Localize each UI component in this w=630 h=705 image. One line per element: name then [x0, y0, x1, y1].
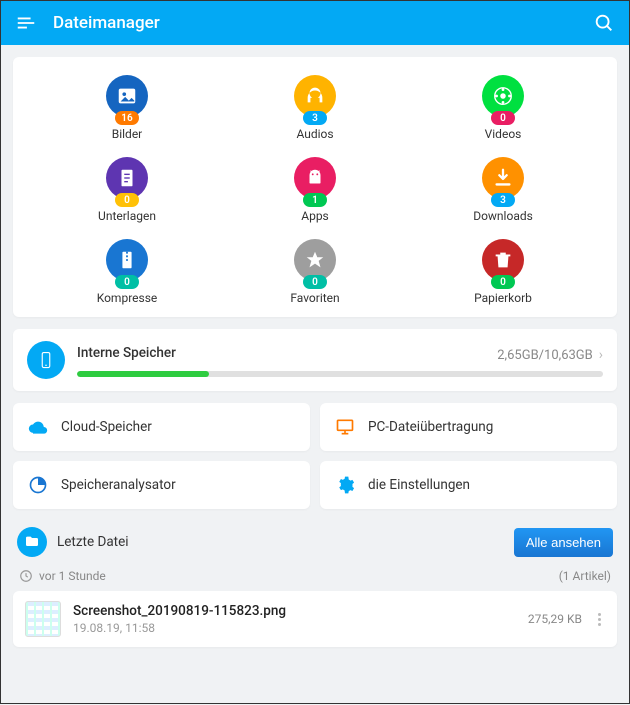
menu-icon[interactable]: [15, 12, 37, 34]
category-grid: 16 Bilder 3 Audios 0 Videos 0 Unterlagen…: [13, 57, 617, 317]
storage-bar: [77, 371, 603, 377]
app-topbar: Dateimanager: [1, 1, 629, 45]
folder-recent-icon: [17, 527, 47, 557]
app-title: Dateimanager: [53, 13, 160, 33]
category-badge: 1: [303, 193, 327, 207]
category-badge: 0: [303, 275, 327, 289]
category-label: Bilder: [112, 127, 143, 141]
clock-icon: [19, 569, 33, 583]
category-video[interactable]: 0 Videos: [409, 75, 597, 141]
view-all-button[interactable]: Alle ansehen: [514, 528, 613, 557]
category-badge: 0: [115, 193, 139, 207]
category-badge: 3: [303, 111, 327, 125]
category-headphones[interactable]: 3 Audios: [221, 75, 409, 141]
recent-count: (1 Artikel): [559, 569, 611, 583]
file-item[interactable]: Screenshot_20190819-115823.png 19.08.19,…: [13, 591, 617, 647]
category-label: Favoriten: [290, 291, 339, 305]
pc-transfer-button[interactable]: PC-Dateiübertragung: [320, 403, 617, 451]
monitor-icon: [334, 416, 356, 438]
category-badge: 0: [491, 275, 515, 289]
search-icon[interactable]: [593, 12, 615, 34]
category-badge: 3: [491, 193, 515, 207]
cloud-storage-button[interactable]: Cloud-Speicher: [13, 403, 310, 451]
category-label: Audios: [296, 127, 333, 141]
category-document[interactable]: 0 Unterlagen: [33, 157, 221, 223]
category-download[interactable]: 3 Downloads: [409, 157, 597, 223]
cloud-icon: [27, 416, 49, 438]
more-icon[interactable]: [594, 613, 605, 626]
category-badge: 0: [115, 275, 139, 289]
category-label: Apps: [301, 209, 329, 223]
category-image[interactable]: 16 Bilder: [33, 75, 221, 141]
settings-button[interactable]: die Einstellungen: [320, 461, 617, 509]
file-size: 275,29 KB: [528, 612, 582, 626]
storage-title: Interne Speicher: [77, 345, 176, 361]
category-label: Unterlagen: [98, 209, 156, 223]
category-label: Kompresse: [97, 291, 158, 305]
category-label: Downloads: [473, 209, 533, 223]
category-badge: 16: [115, 111, 139, 125]
storage-analyzer-button[interactable]: Speicheranalysator: [13, 461, 310, 509]
internal-storage[interactable]: Interne Speicher 2,65GB/10,63GB ›: [13, 329, 617, 391]
category-label: Videos: [485, 127, 522, 141]
file-thumbnail: [25, 601, 61, 637]
category-trash[interactable]: 0 Papierkorb: [409, 239, 597, 305]
phone-icon: [27, 341, 65, 379]
category-zip[interactable]: 0 Kompresse: [33, 239, 221, 305]
file-date: 19.08.19, 11:58: [73, 621, 516, 635]
gear-icon: [334, 474, 356, 496]
chevron-right-icon: ›: [599, 347, 603, 363]
file-name: Screenshot_20190819-115823.png: [73, 603, 516, 619]
category-star[interactable]: 0 Favoriten: [221, 239, 409, 305]
category-label: Papierkorb: [474, 291, 532, 305]
recent-time: vor 1 Stunde: [39, 569, 106, 583]
recent-title: Letzte Datei: [57, 534, 129, 550]
pie-icon: [27, 474, 49, 496]
storage-value: 2,65GB/10,63GB: [497, 348, 593, 363]
category-android[interactable]: 1 Apps: [221, 157, 409, 223]
category-badge: 0: [491, 111, 515, 125]
